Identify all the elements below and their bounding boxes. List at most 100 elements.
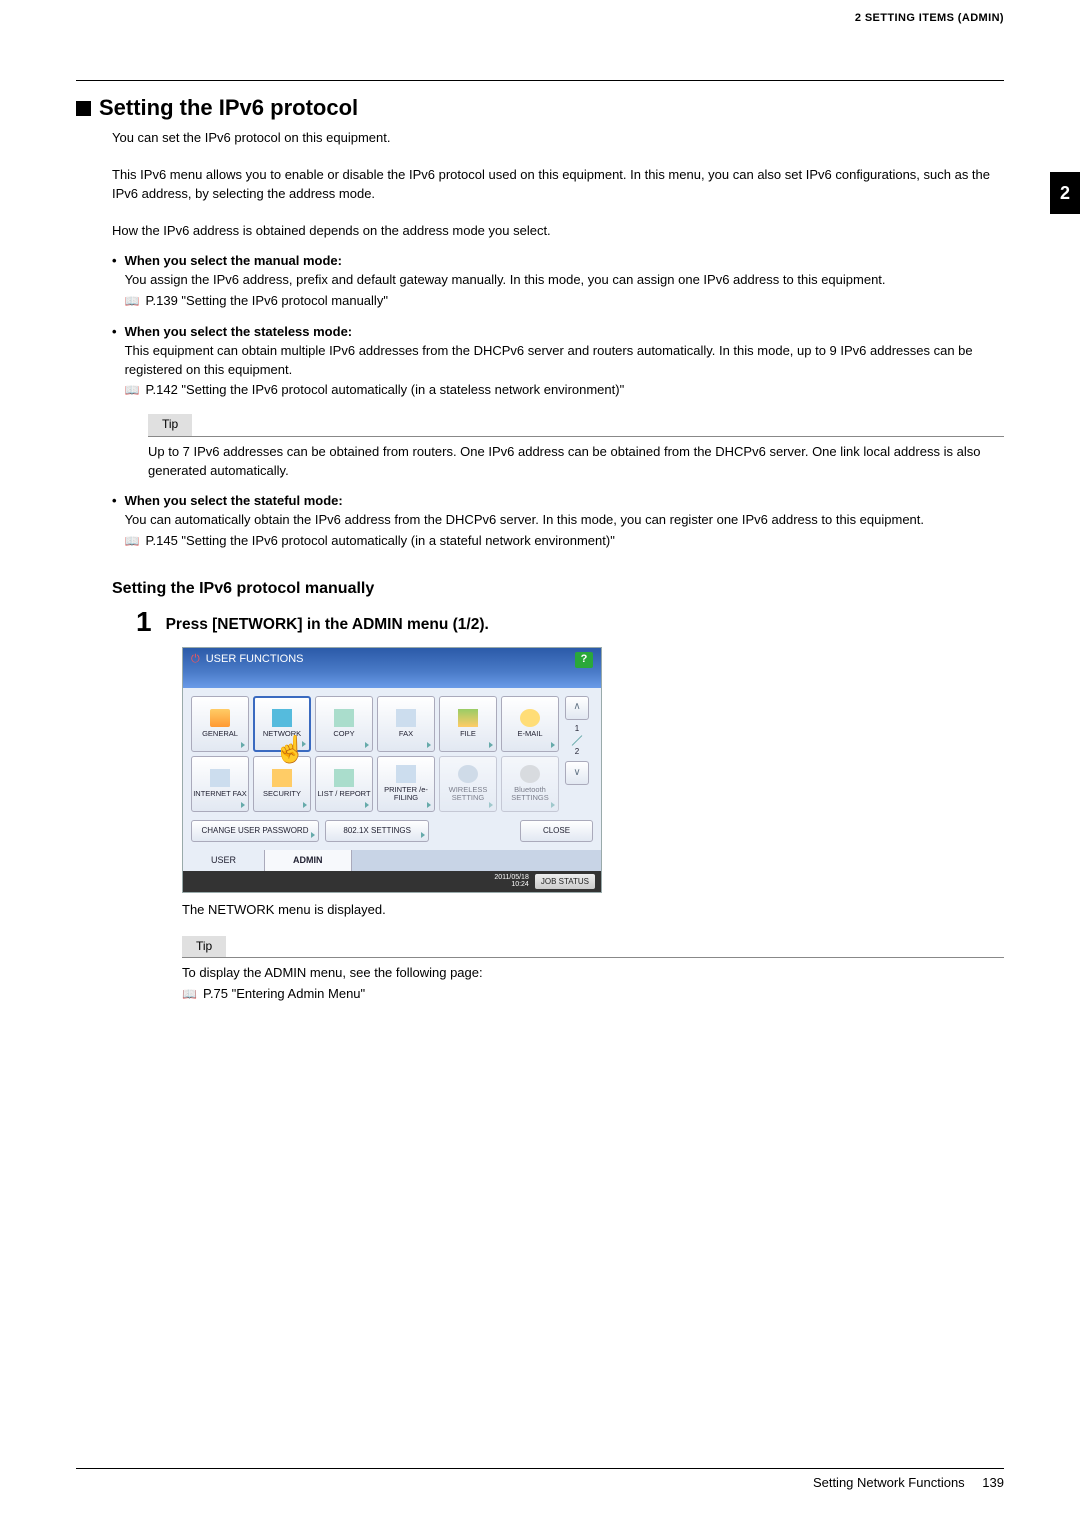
bullet-text: This equipment can obtain multiple IPv6 …: [125, 342, 1004, 380]
security-icon: [272, 769, 292, 787]
device-status-bar: 2011/05/18 10:24 JOB STATUS: [183, 871, 601, 893]
cross-ref-text: P.142 "Setting the IPv6 protocol automat…: [146, 381, 625, 400]
screenshot-caption: The NETWORK menu is displayed.: [182, 901, 1004, 920]
power-icon: ⏻: [191, 652, 200, 668]
document-page: 2 SETTING ITEMS (ADMIN) 2 Setting the IP…: [0, 0, 1080, 1528]
book-icon: 📖: [125, 533, 140, 550]
book-icon: 📖: [182, 986, 197, 1003]
bullet-title: When you select the stateful mode:: [125, 492, 1004, 511]
bullet-content: When you select the manual mode: You ass…: [125, 252, 1004, 311]
list-report-button[interactable]: LIST / REPORT: [315, 756, 373, 812]
bullet-dot-icon: •: [112, 492, 117, 551]
step-number: 1: [136, 608, 152, 636]
pager-page-2: 2: [575, 747, 579, 757]
file-button[interactable]: FILE: [439, 696, 497, 752]
device-title-text: USER FUNCTIONS: [206, 652, 304, 668]
bullet-content: When you select the stateful mode: You c…: [125, 492, 1004, 551]
tip-text: To display the ADMIN menu, see the follo…: [182, 964, 1004, 983]
bullet-text: You assign the IPv6 address, prefix and …: [125, 271, 1004, 290]
network-button[interactable]: NETWORK: [253, 696, 311, 752]
footer-page-number: 139: [982, 1475, 1004, 1490]
square-bullet-icon: [76, 101, 91, 116]
tip-label: Tip: [148, 414, 192, 435]
network-icon: [272, 709, 292, 727]
bullet-title: When you select the manual mode:: [125, 252, 1004, 271]
copy-button[interactable]: COPY: [315, 696, 373, 752]
cross-ref-text: P.145 "Setting the IPv6 protocol automat…: [146, 532, 615, 551]
tip-label: Tip: [182, 936, 226, 957]
cross-ref[interactable]: 📖 P.142 "Setting the IPv6 protocol autom…: [125, 381, 1004, 400]
device-titlebar: ⏻ USER FUNCTIONS ?: [183, 648, 601, 672]
intro-para-3: How the IPv6 address is obtained depends…: [112, 222, 1004, 241]
change-user-password-button[interactable]: CHANGE USER PASSWORD: [191, 820, 319, 842]
cross-ref[interactable]: 📖 P.139 "Setting the IPv6 protocol manua…: [125, 292, 1004, 311]
pager-page-1: 1: [575, 724, 579, 734]
device-tabs: USER ADMIN: [183, 850, 601, 871]
bullet-dot-icon: •: [112, 252, 117, 311]
printer-efiling-button[interactable]: PRINTER /e-FILING: [377, 756, 435, 812]
help-button[interactable]: ?: [575, 652, 593, 668]
section-heading-text: Setting the IPv6 protocol: [99, 95, 358, 121]
tip-block: Tip To display the ADMIN menu, see the f…: [182, 936, 1004, 1004]
bullet-list: • When you select the manual mode: You a…: [112, 252, 1004, 400]
job-status-button[interactable]: JOB STATUS: [535, 874, 595, 890]
internet-fax-icon: [210, 769, 230, 787]
general-icon: [210, 709, 230, 727]
step-instruction: Press [NETWORK] in the ADMIN menu (1/2).: [166, 608, 489, 636]
page-up-button[interactable]: ∧: [565, 696, 589, 720]
chapter-tab: 2: [1050, 172, 1080, 214]
pager: ∧ 1 2 ∨: [563, 696, 591, 812]
top-rule: [76, 80, 1004, 81]
bullet-text: You can automatically obtain the IPv6 ad…: [125, 511, 1004, 530]
intro-para-2: This IPv6 menu allows you to enable or d…: [112, 166, 1004, 204]
book-icon: 📖: [125, 382, 140, 399]
bullet-title: When you select the stateless mode:: [125, 323, 1004, 342]
bullet-item: • When you select the stateless mode: Th…: [112, 323, 1004, 400]
wireless-icon: [458, 765, 478, 783]
fax-button[interactable]: FAX: [377, 696, 435, 752]
cross-ref[interactable]: 📖 P.145 "Setting the IPv6 protocol autom…: [125, 532, 1004, 551]
bullet-list: • When you select the stateful mode: You…: [112, 492, 1004, 551]
close-button[interactable]: CLOSE: [520, 820, 593, 842]
copy-icon: [334, 709, 354, 727]
device-blue-strip: [183, 672, 601, 688]
cross-ref-text: P.139 "Setting the IPv6 protocol manuall…: [146, 292, 388, 311]
running-header: 2 SETTING ITEMS (ADMIN): [855, 12, 1004, 24]
status-timestamp: 2011/05/18 10:24: [494, 874, 529, 889]
subsection-heading: Setting the IPv6 protocol manually: [112, 577, 1004, 600]
page-down-button[interactable]: ∨: [565, 761, 589, 785]
body-block: You can set the IPv6 protocol on this eq…: [76, 129, 1004, 1004]
bullet-item: • When you select the stateful mode: You…: [112, 492, 1004, 551]
device-screenshot: ⏻ USER FUNCTIONS ? GENERAL NETWORK COPY …: [182, 647, 602, 894]
footer-section-name: Setting Network Functions: [813, 1475, 965, 1490]
cross-ref[interactable]: 📖 P.75 "Entering Admin Menu": [182, 985, 1004, 1004]
8021x-settings-button[interactable]: 802.1X SETTINGS: [325, 820, 429, 842]
page-footer: Setting Network Functions 139: [76, 1468, 1004, 1490]
wireless-button[interactable]: WIRELESS SETTING: [439, 756, 497, 812]
email-icon: [520, 709, 540, 727]
tab-user[interactable]: USER: [183, 850, 265, 871]
email-button[interactable]: E-MAIL: [501, 696, 559, 752]
fax-icon: [396, 709, 416, 727]
book-icon: 📖: [125, 293, 140, 310]
section-heading: Setting the IPv6 protocol: [76, 95, 1004, 121]
device-panel: ⏻ USER FUNCTIONS ? GENERAL NETWORK COPY …: [182, 647, 602, 894]
general-button[interactable]: GENERAL: [191, 696, 249, 752]
intro-para-1: You can set the IPv6 protocol on this eq…: [112, 129, 1004, 148]
device-wide-buttons: CHANGE USER PASSWORD 802.1X SETTINGS CLO…: [183, 816, 601, 850]
cross-ref-text: P.75 "Entering Admin Menu": [203, 985, 365, 1004]
security-button[interactable]: SECURITY: [253, 756, 311, 812]
tip-block: Tip Up to 7 IPv6 addresses can be obtain…: [148, 414, 1004, 480]
bullet-dot-icon: •: [112, 323, 117, 400]
device-button-grid: GENERAL NETWORK COPY FAX FILE E-MAIL ∧ 1…: [183, 688, 601, 816]
tip-text: Up to 7 IPv6 addresses can be obtained f…: [148, 443, 1004, 481]
list-icon: [334, 769, 354, 787]
file-icon: [458, 709, 478, 727]
internet-fax-button[interactable]: INTERNET FAX: [191, 756, 249, 812]
bullet-content: When you select the stateless mode: This…: [125, 323, 1004, 400]
tab-admin[interactable]: ADMIN: [265, 850, 352, 871]
bluetooth-button[interactable]: Bluetooth SETTINGS: [501, 756, 559, 812]
step-row: 1 Press [NETWORK] in the ADMIN menu (1/2…: [136, 608, 1004, 636]
bullet-item: • When you select the manual mode: You a…: [112, 252, 1004, 311]
printer-icon: [396, 765, 416, 783]
